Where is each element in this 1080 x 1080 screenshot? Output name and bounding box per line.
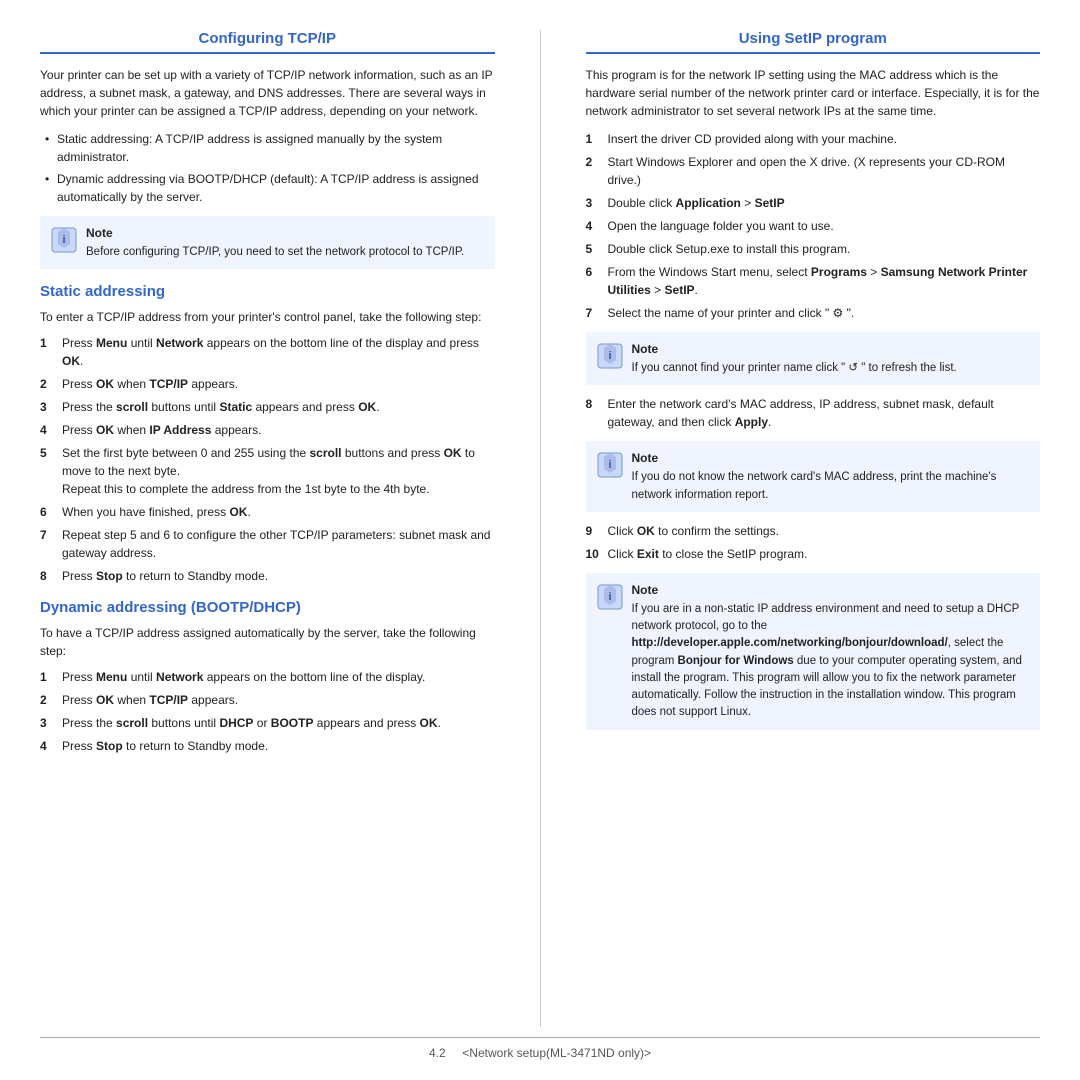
page-footer: 4.2 <Network setup(ML-3471ND only)> bbox=[40, 1037, 1040, 1060]
note-2-content: Note If you cannot find your printer nam… bbox=[632, 340, 957, 377]
content-columns: Configuring TCP/IP Your printer can be s… bbox=[40, 30, 1040, 1027]
note-4-label: Note bbox=[632, 581, 1031, 599]
setip-step-1: 1 Insert the driver CD provided along wi… bbox=[586, 130, 1041, 148]
note-box-4: i Note If you are in a non-static IP add… bbox=[586, 573, 1041, 730]
static-steps-list: 1 Press Menu until Network appears on th… bbox=[40, 334, 495, 585]
setip-step-8: 8 Enter the network card's MAC address, … bbox=[586, 395, 1041, 431]
setip-step-10: 10 Click Exit to close the SetIP program… bbox=[586, 545, 1041, 563]
dynamic-steps-list: 1 Press Menu until Network appears on th… bbox=[40, 668, 495, 755]
static-step-5: 5 Set the first byte between 0 and 255 u… bbox=[40, 444, 495, 498]
static-step-8: 8 Press Stop to return to Standby mode. bbox=[40, 567, 495, 585]
svg-text:i: i bbox=[608, 350, 611, 362]
bullet-item: Dynamic addressing via BOOTP/DHCP (defau… bbox=[45, 170, 495, 206]
static-step-3: 3 Press the scroll buttons until Static … bbox=[40, 398, 495, 416]
note-4-content: Note If you are in a non-static IP addre… bbox=[632, 581, 1031, 722]
setip-step-3: 3 Double click Application > SetIP bbox=[586, 194, 1041, 212]
right-column: Using SetIP program This program is for … bbox=[571, 30, 1041, 1027]
static-intro: To enter a TCP/IP address from your prin… bbox=[40, 308, 495, 326]
note-1-label: Note bbox=[86, 224, 464, 242]
dynamic-step-2: 2 Press OK when TCP/IP appears. bbox=[40, 691, 495, 709]
setip-step-5: 5 Double click Setup.exe to install this… bbox=[586, 240, 1041, 258]
setip-step-7: 7 Select the name of your printer and cl… bbox=[586, 304, 1041, 322]
dynamic-step-4: 4 Press Stop to return to Standby mode. bbox=[40, 737, 495, 755]
note-icon-1: i bbox=[50, 226, 78, 254]
setip-step-9: 9 Click OK to confirm the settings. bbox=[586, 522, 1041, 540]
note-icon-4: i bbox=[596, 583, 624, 611]
left-section-title: Configuring TCP/IP bbox=[40, 30, 495, 54]
right-section-title: Using SetIP program bbox=[586, 30, 1041, 54]
setip-step-4: 4 Open the language folder you want to u… bbox=[586, 217, 1041, 235]
bullet-list: Static addressing: A TCP/IP address is a… bbox=[40, 130, 495, 206]
note-4-text: If you are in a non-static IP address en… bbox=[632, 603, 1022, 719]
note-2-label: Note bbox=[632, 340, 957, 358]
svg-text:i: i bbox=[608, 591, 611, 603]
note-box-1: i Note Before configuring TCP/IP, you ne… bbox=[40, 216, 495, 269]
static-step-7: 7 Repeat step 5 and 6 to configure the o… bbox=[40, 526, 495, 562]
footer-caption: <Network setup(ML-3471ND only)> bbox=[462, 1046, 651, 1060]
static-step-4: 4 Press OK when IP Address appears. bbox=[40, 421, 495, 439]
dynamic-step-3: 3 Press the scroll buttons until DHCP or… bbox=[40, 714, 495, 732]
note-3-text: If you do not know the network card's MA… bbox=[632, 471, 997, 500]
note-icon-3: i bbox=[596, 451, 624, 479]
note-box-2: i Note If you cannot find your printer n… bbox=[586, 332, 1041, 385]
note-icon-2: i bbox=[596, 342, 624, 370]
setip-step-6: 6 From the Windows Start menu, select Pr… bbox=[586, 263, 1041, 299]
dynamic-intro: To have a TCP/IP address assigned automa… bbox=[40, 624, 495, 660]
note-1-content: Note Before configuring TCP/IP, you need… bbox=[86, 224, 464, 261]
left-column: Configuring TCP/IP Your printer can be s… bbox=[40, 30, 510, 1027]
dynamic-step-1: 1 Press Menu until Network appears on th… bbox=[40, 668, 495, 686]
svg-text:i: i bbox=[62, 234, 65, 246]
note-1-text: Before configuring TCP/IP, you need to s… bbox=[86, 246, 464, 258]
svg-text:i: i bbox=[608, 459, 611, 471]
column-divider bbox=[540, 30, 541, 1027]
dynamic-section-title: Dynamic addressing (BOOTP/DHCP) bbox=[40, 599, 495, 616]
static-step-2: 2 Press OK when TCP/IP appears. bbox=[40, 375, 495, 393]
page-number: 4.2 bbox=[429, 1046, 446, 1060]
note-3-content: Note If you do not know the network card… bbox=[632, 449, 1031, 504]
setip-steps-2: 8 Enter the network card's MAC address, … bbox=[586, 395, 1041, 431]
static-step-6: 6 When you have finished, press OK. bbox=[40, 503, 495, 521]
setip-steps-1: 1 Insert the driver CD provided along wi… bbox=[586, 130, 1041, 322]
page: Configuring TCP/IP Your printer can be s… bbox=[0, 0, 1080, 1080]
right-intro: This program is for the network IP setti… bbox=[586, 66, 1041, 120]
bullet-item: Static addressing: A TCP/IP address is a… bbox=[45, 130, 495, 166]
static-section-title: Static addressing bbox=[40, 283, 495, 300]
setip-steps-3: 9 Click OK to confirm the settings. 10 C… bbox=[586, 522, 1041, 563]
left-intro: Your printer can be set up with a variet… bbox=[40, 66, 495, 120]
note-box-3: i Note If you do not know the network ca… bbox=[586, 441, 1041, 512]
static-step-1: 1 Press Menu until Network appears on th… bbox=[40, 334, 495, 370]
note-2-text: If you cannot find your printer name cli… bbox=[632, 362, 957, 374]
setip-step-2: 2 Start Windows Explorer and open the X … bbox=[586, 153, 1041, 189]
note-3-label: Note bbox=[632, 449, 1031, 467]
